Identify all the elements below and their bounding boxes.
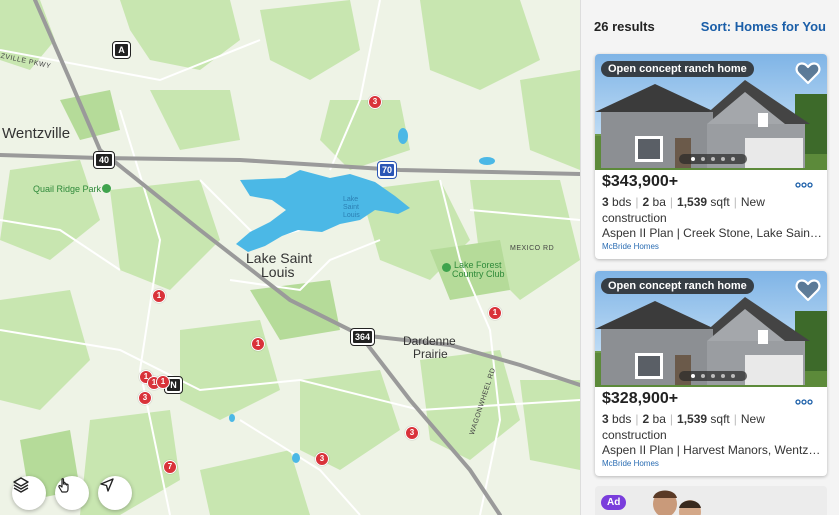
results-count: 26 results	[594, 19, 655, 34]
listing-tag: Open concept ranch home	[601, 278, 754, 294]
more-dots-icon	[795, 182, 813, 188]
lake-label: Lake	[343, 196, 359, 203]
ad-badge: Ad	[601, 495, 627, 510]
city-label-lake-saint-louis-2: Louis	[261, 264, 295, 280]
map-pin[interactable]: 3	[405, 426, 419, 440]
more-options-button[interactable]	[795, 175, 813, 191]
map-pin[interactable]: 1	[488, 306, 502, 320]
baths-unit: ba	[652, 195, 666, 209]
baths-count: 2	[642, 412, 650, 426]
listing-price: $328,900+	[602, 390, 679, 407]
park-label-quail-ridge: Quail Ridge Park	[33, 184, 102, 194]
baths-count: 2	[642, 195, 650, 209]
ad-photo-image	[595, 486, 827, 515]
lake-label-2: Saint	[343, 204, 359, 211]
baths-unit: ba	[652, 412, 666, 426]
city-label-wentzville: Wentzville	[2, 125, 71, 142]
listing-card[interactable]: Open concept ranch home $328,900+ 3 bds |…	[595, 271, 827, 476]
photo-carousel-indicator[interactable]	[679, 154, 747, 164]
map-pin[interactable]: 1	[251, 337, 265, 351]
listing-specs: 3 bds | 2 ba | 1,539 sqft | New construction	[602, 195, 765, 225]
layers-icon	[13, 477, 29, 493]
ad-card[interactable]: Ad	[595, 486, 827, 515]
listing-builder: McBride Homes	[602, 459, 659, 468]
navigation-arrow-icon	[100, 478, 114, 492]
park-icon	[442, 263, 451, 272]
sqft-unit: sqft	[710, 195, 730, 209]
listing-specs: 3 bds | 2 ba | 1,539 sqft | New construction	[602, 412, 765, 442]
beds-unit: bds	[612, 195, 632, 209]
listing-price: $343,900+	[602, 173, 679, 190]
map-pin[interactable]: 1	[156, 375, 170, 389]
park-label-lake-forest-2: Country Club	[452, 269, 505, 279]
route-a-shield: A	[112, 41, 131, 59]
beds-count: 3	[602, 195, 609, 209]
map-pin[interactable]: 7	[163, 460, 177, 474]
map-draw-button[interactable]	[55, 476, 89, 510]
listing-photo[interactable]: Open concept ranch home	[595, 271, 827, 387]
heart-icon	[795, 279, 821, 302]
map-pin[interactable]: 3	[138, 391, 152, 405]
listing-builder: McBride Homes	[602, 242, 659, 251]
lake-label-3: Louis	[343, 212, 360, 219]
map-layers-button[interactable]	[12, 476, 46, 510]
sqft-value: 1,539	[677, 412, 708, 426]
listing-address[interactable]: Aspen II Plan | Harvest Manors, Wentz…	[602, 443, 822, 457]
sort-dropdown[interactable]: Sort: Homes for You	[701, 19, 826, 34]
city-label-dardenne-prairie-2: Prairie	[413, 347, 448, 361]
sqft-value: 1,539	[677, 195, 708, 209]
map-pin[interactable]: 3	[368, 95, 382, 109]
heart-icon	[795, 62, 821, 85]
beds-unit: bds	[612, 412, 632, 426]
results-panel[interactable]: 26 results Sort: Homes for You Open conc…	[580, 0, 839, 515]
hand-pointer-icon	[58, 478, 69, 493]
road-label-mexico-rd: MEXICO RD	[510, 245, 555, 252]
listing-photo[interactable]: Open concept ranch home	[595, 54, 827, 170]
sqft-unit: sqft	[710, 412, 730, 426]
route-40-shield: 40	[93, 151, 115, 169]
map-pin[interactable]: 1	[152, 289, 166, 303]
map-pin[interactable]: 3	[315, 452, 329, 466]
listing-tag: Open concept ranch home	[601, 61, 754, 77]
map[interactable]: Wentzville Lake Saint Louis Dardenne Pra…	[0, 0, 580, 515]
more-dots-icon	[795, 399, 813, 405]
listing-address[interactable]: Aspen II Plan | Creek Stone, Lake Saint…	[602, 226, 822, 240]
save-favorite-button[interactable]	[795, 61, 821, 90]
photo-carousel-indicator[interactable]	[679, 371, 747, 381]
save-favorite-button[interactable]	[795, 278, 821, 307]
listing-card[interactable]: Open concept ranch home $343,900+ 3 bds |…	[595, 54, 827, 259]
park-icon	[102, 184, 111, 193]
city-label-dardenne-prairie: Dardenne	[403, 334, 456, 348]
interstate-70-shield: 70	[377, 161, 397, 179]
beds-count: 3	[602, 412, 609, 426]
route-364-shield: 364	[350, 328, 375, 346]
more-options-button[interactable]	[795, 392, 813, 408]
map-locate-button[interactable]	[98, 476, 132, 510]
